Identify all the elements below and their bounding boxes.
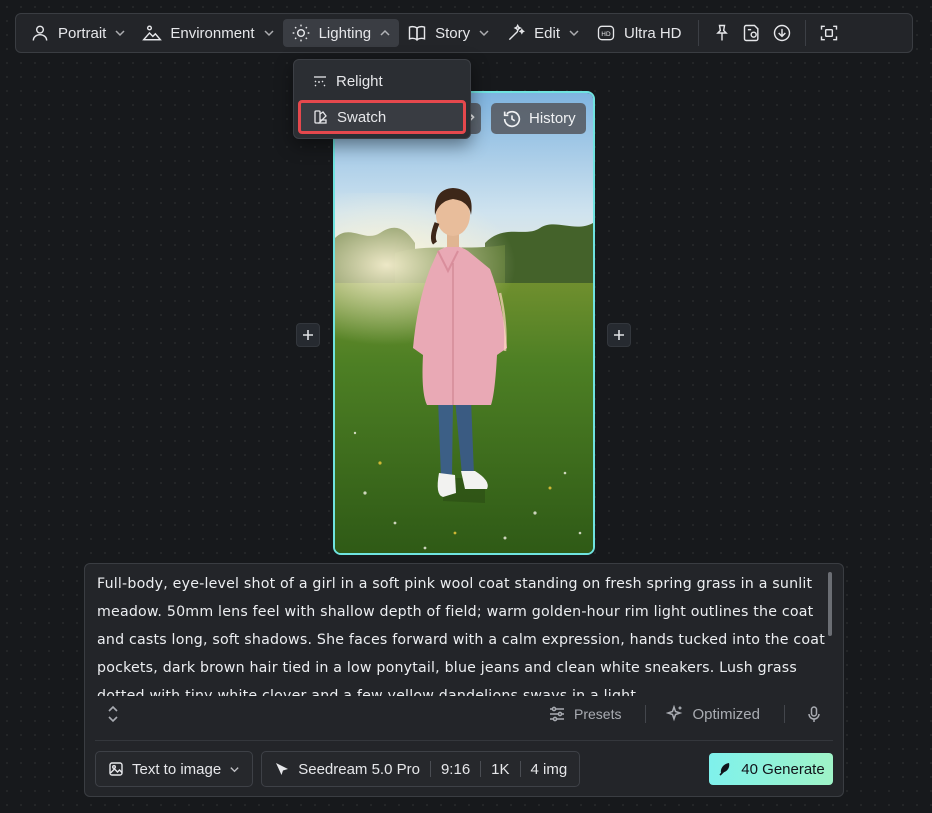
relight-option[interactable]: Relight (298, 64, 466, 98)
generated-image[interactable]: History (333, 91, 595, 555)
save-image-button[interactable] (737, 18, 767, 48)
lighting-dropdown: Relight Swatch (293, 59, 471, 139)
generate-button[interactable]: 40 Generate (709, 753, 833, 785)
lighting-label: Lighting (318, 24, 372, 42)
image-icon (109, 762, 123, 776)
chevron-down-icon (569, 30, 579, 37)
download-icon (773, 24, 790, 42)
history-icon (503, 110, 521, 127)
landscape-icon (142, 25, 163, 41)
toolbar-divider (697, 20, 699, 46)
history-label: History (529, 110, 576, 127)
photo-girl-meadow (335, 93, 593, 553)
mode-label: Text to image (132, 760, 222, 778)
option-divider (480, 761, 482, 777)
fit-screen-icon (820, 25, 837, 41)
option-divider (519, 761, 521, 777)
swatch-option[interactable]: Swatch (298, 100, 466, 134)
prompt-tools-right: Presets Optimized (546, 705, 825, 723)
relight-icon (314, 76, 326, 87)
story-menu[interactable]: Story (399, 19, 498, 47)
resolution: 1K (491, 760, 510, 778)
optimized-toggle[interactable]: Optimized (664, 705, 762, 723)
image-save-icon (743, 24, 759, 42)
ultra-hd-label: Ultra HD (624, 24, 682, 42)
edit-label: Edit (534, 24, 560, 42)
svg-text:HD: HD (601, 31, 611, 38)
chevron-up-icon (380, 29, 390, 36)
environment-label: Environment (170, 24, 255, 42)
prompt-scrollbar[interactable] (828, 572, 832, 636)
voice-input-button[interactable] (803, 705, 825, 723)
presets-button[interactable]: Presets (546, 705, 623, 723)
optimized-label: Optimized (692, 705, 760, 723)
model-name: Seedream 5.0 Pro (298, 760, 420, 778)
sparkle-icon (666, 705, 683, 722)
tools-divider (784, 705, 785, 723)
model-settings-button[interactable]: Seedream 5.0 Pro 9:16 1K 4 img (261, 751, 581, 787)
image-count: 4 img (530, 760, 568, 778)
top-toolbar: Portrait Environment Lighting Story Edit… (15, 13, 913, 53)
magic-wand-icon (508, 23, 526, 41)
chevron-down-icon (115, 30, 125, 37)
mode-select[interactable]: Text to image (95, 751, 254, 787)
pin-button[interactable] (707, 18, 737, 48)
download-button[interactable] (767, 18, 797, 48)
edit-menu[interactable]: Edit (498, 19, 588, 47)
chevron-down-icon (230, 766, 239, 772)
chevron-down-icon (479, 30, 489, 37)
option-divider (429, 761, 431, 777)
portrait-label: Portrait (58, 24, 107, 42)
seedream-logo-icon (276, 763, 289, 775)
story-label: Story (435, 24, 471, 42)
prompt-panel: Full-body, eye-level shot of a girl in a… (84, 563, 844, 797)
ultra-hd-button[interactable]: HD Ultra HD (588, 19, 690, 47)
relight-label: Relight (336, 72, 383, 90)
history-button[interactable]: History (491, 103, 586, 134)
aspect-ratio: 9:16 (440, 760, 471, 778)
sliders-icon (550, 706, 564, 722)
swatch-icon (314, 110, 327, 124)
portrait-menu[interactable]: Portrait (22, 19, 134, 47)
add-right-button[interactable] (607, 323, 631, 347)
fit-screen-button[interactable] (814, 18, 844, 48)
expand-icon[interactable] (103, 704, 123, 724)
seed-icon (719, 763, 730, 776)
chevron-down-icon (264, 30, 274, 37)
plus-icon (614, 330, 624, 340)
microphone-icon (808, 706, 820, 722)
book-icon (408, 25, 426, 41)
prompt-tools: Presets Optimized (85, 698, 843, 730)
tools-divider (645, 705, 647, 723)
panel-divider (95, 740, 833, 741)
hd-icon: HD (597, 25, 615, 41)
swatch-label: Swatch (337, 108, 387, 126)
generate-label: 40 Generate (741, 760, 825, 778)
presets-label: Presets (574, 706, 622, 722)
lighting-menu[interactable]: Lighting (282, 19, 400, 47)
sun-icon (292, 24, 309, 42)
add-left-button[interactable] (296, 323, 320, 347)
generation-settings: Text to image Seedream 5.0 Pro 9:16 1K 4… (95, 751, 833, 787)
prompt-input[interactable]: Full-body, eye-level shot of a girl in a… (97, 570, 827, 696)
model-options: Seedream 5.0 Pro 9:16 1K 4 img (298, 761, 567, 778)
toolbar-divider (804, 20, 806, 46)
person-icon (32, 25, 48, 41)
plus-icon (303, 330, 313, 340)
pin-icon (715, 24, 728, 41)
environment-menu[interactable]: Environment (134, 19, 282, 47)
